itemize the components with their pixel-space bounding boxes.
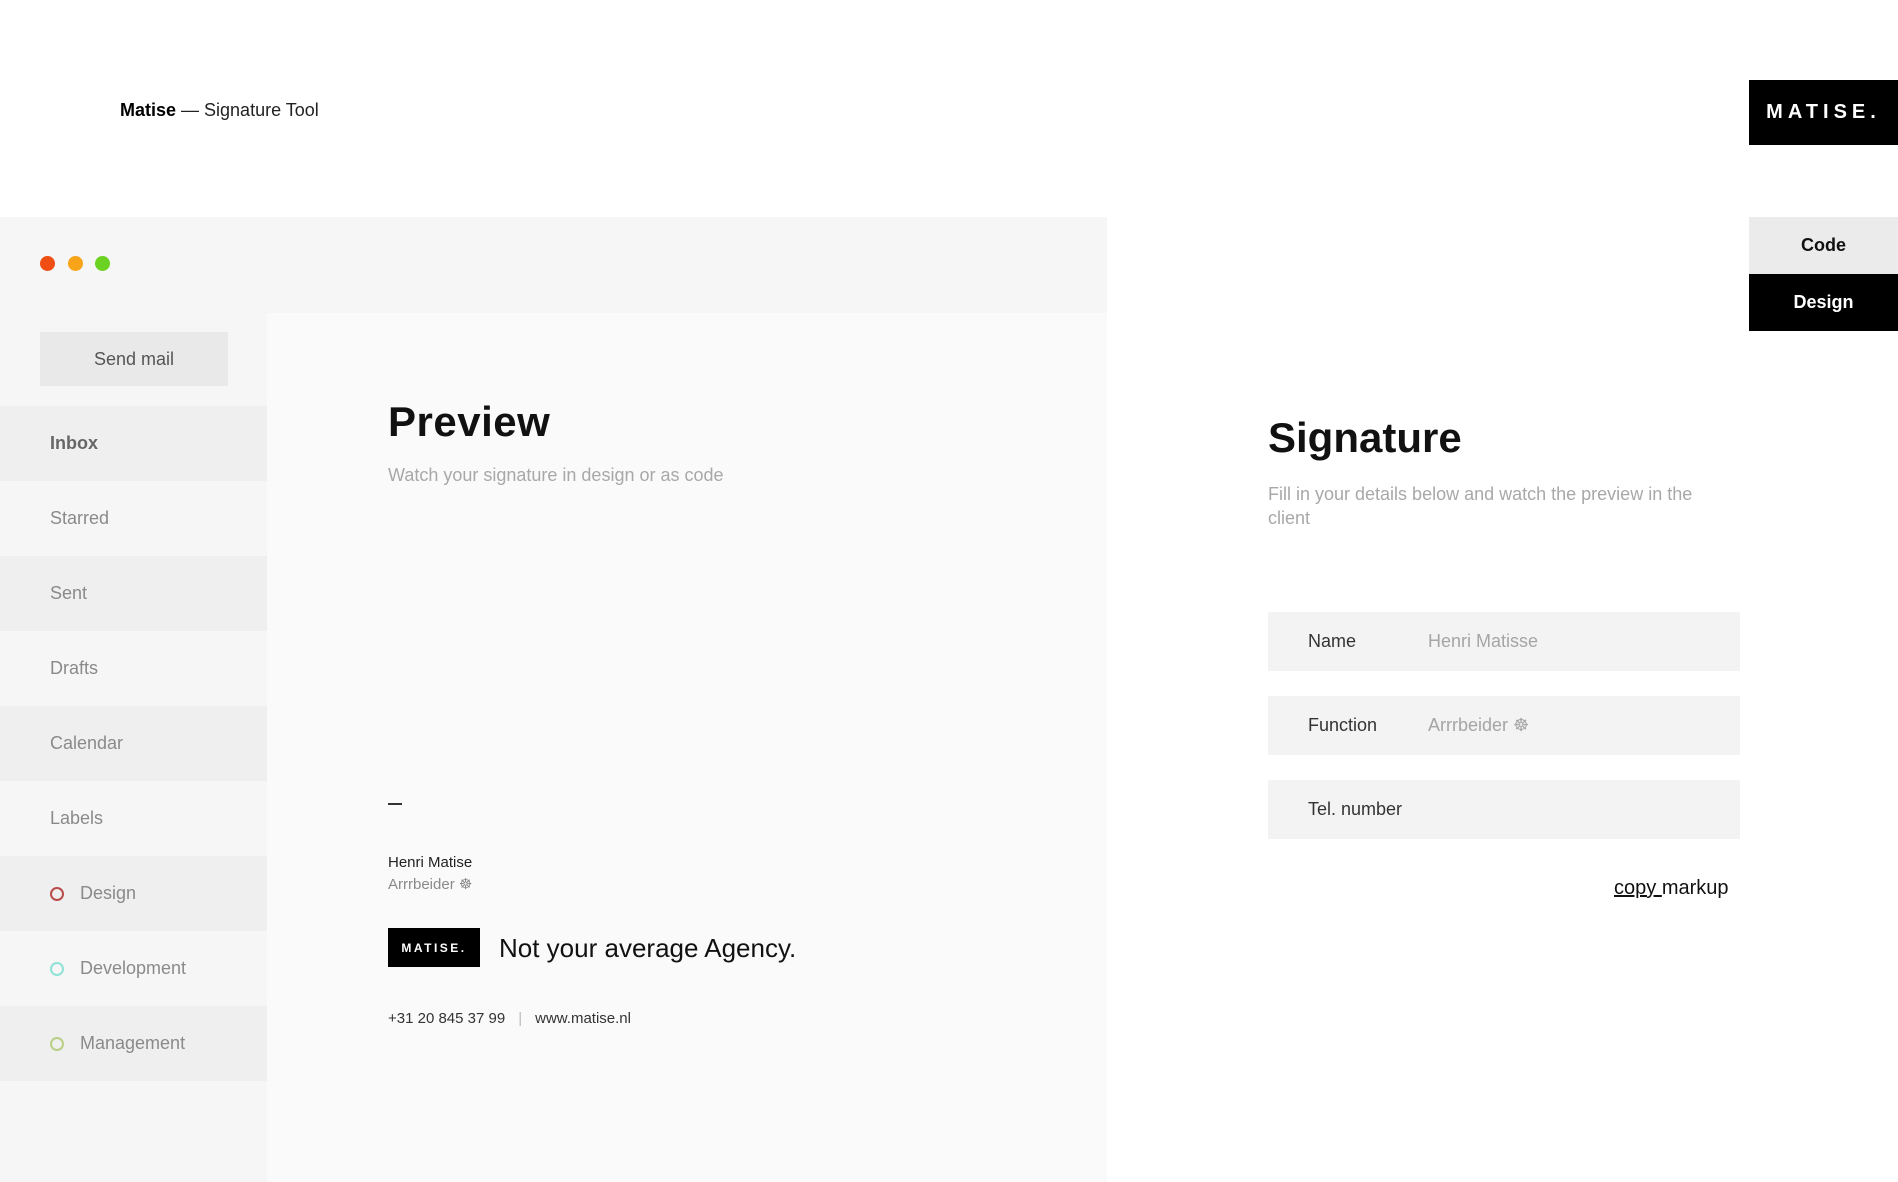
sidebar-item-development[interactable]: Development <box>0 931 267 1006</box>
signature-phone: +31 20 845 37 99 <box>388 1010 506 1027</box>
preview-title: Preview <box>388 398 551 445</box>
name-input[interactable] <box>1428 621 1740 662</box>
sidebar-item-labels[interactable]: Labels <box>0 781 267 856</box>
design-view-button[interactable]: Design <box>1749 274 1898 331</box>
signature-dash <box>388 803 402 805</box>
signature-function: Arrrbeider ☸ <box>388 876 473 893</box>
label-dot-icon <box>50 886 64 901</box>
tel-number-input[interactable] <box>1428 789 1740 830</box>
title-suffix: — Signature Tool <box>176 100 319 120</box>
sidebar-item-management[interactable]: Management <box>0 1006 267 1081</box>
signature-name: Henri Matise <box>388 854 473 871</box>
signature-logo-text: MATISE. <box>401 940 467 955</box>
copy-link[interactable]: copy <box>1614 877 1662 899</box>
send-mail-button[interactable]: Send mail <box>40 332 228 386</box>
signature-logo: MATISE. <box>388 928 480 967</box>
sidebar-nav: Inbox Starred Sent Drafts Calendar Label… <box>0 406 267 1081</box>
copy-markup-button[interactable]: copy markup <box>1614 877 1729 900</box>
sidebar-item-label: Sent <box>50 583 88 603</box>
sidebar-item-design[interactable]: Design <box>0 856 267 931</box>
code-view-button[interactable]: Code <box>1749 217 1898 274</box>
sidebar-item-label: Calendar <box>50 733 124 753</box>
sidebar-item-label: Management <box>80 1033 186 1053</box>
mail-client-window: Send mail Inbox Starred Sent Drafts Cale… <box>0 217 1107 1182</box>
view-toggle: Code Design <box>1749 217 1898 331</box>
brand-name: Matise <box>120 100 177 120</box>
brand-logo[interactable]: MATISE. <box>1749 80 1898 145</box>
sidebar-item-label: Design <box>80 883 137 903</box>
signature-form-title: Signature <box>1268 414 1462 461</box>
sidebar-item-inbox[interactable]: Inbox <box>0 406 267 481</box>
signature-tagline: Not your average Agency. <box>499 933 797 963</box>
sidebar-item-starred[interactable]: Starred <box>0 481 267 556</box>
sidebar-item-label: Starred <box>50 508 110 528</box>
copy-markup-text: markup <box>1661 877 1729 899</box>
signature-form-description: Fill in your details below and watch the… <box>1268 484 1693 528</box>
name-field: Name <box>1268 612 1740 671</box>
sidebar-item-sent[interactable]: Sent <box>0 556 267 631</box>
logo-text: MATISE. <box>1766 101 1881 123</box>
sidebar-item-label: Drafts <box>50 658 99 678</box>
signature-website[interactable]: www.matise.nl <box>535 1010 631 1027</box>
preview-pane: Preview Watch your signature in design o… <box>267 313 1107 1182</box>
function-field-label: Function <box>1308 715 1378 735</box>
sidebar-item-label: Development <box>80 958 187 978</box>
app-title: Matise — Signature Tool <box>120 100 319 121</box>
signature-separator: | <box>518 1010 523 1027</box>
minimize-window-dot[interactable] <box>68 256 83 271</box>
maximize-window-dot[interactable] <box>95 256 110 271</box>
signature-contact: +31 20 845 37 99 | www.matise.nl <box>388 1010 631 1027</box>
function-field: Function <box>1268 696 1740 755</box>
sidebar-item-drafts[interactable]: Drafts <box>0 631 267 706</box>
sidebar: Send mail Inbox Starred Sent Drafts Cale… <box>0 313 267 1182</box>
label-dot-icon <box>50 1036 64 1051</box>
tel-number-field-label: Tel. number <box>1308 799 1403 819</box>
close-window-dot[interactable] <box>40 256 55 271</box>
name-field-label: Name <box>1308 631 1357 651</box>
tel-number-field: Tel. number <box>1268 780 1740 839</box>
function-input[interactable] <box>1428 705 1740 746</box>
label-dot-icon <box>50 961 64 976</box>
preview-subtitle: Watch your signature in design or as cod… <box>388 465 724 485</box>
sidebar-item-label: Inbox <box>50 433 98 453</box>
sidebar-item-label: Labels <box>50 808 104 828</box>
sidebar-item-calendar[interactable]: Calendar <box>0 706 267 781</box>
